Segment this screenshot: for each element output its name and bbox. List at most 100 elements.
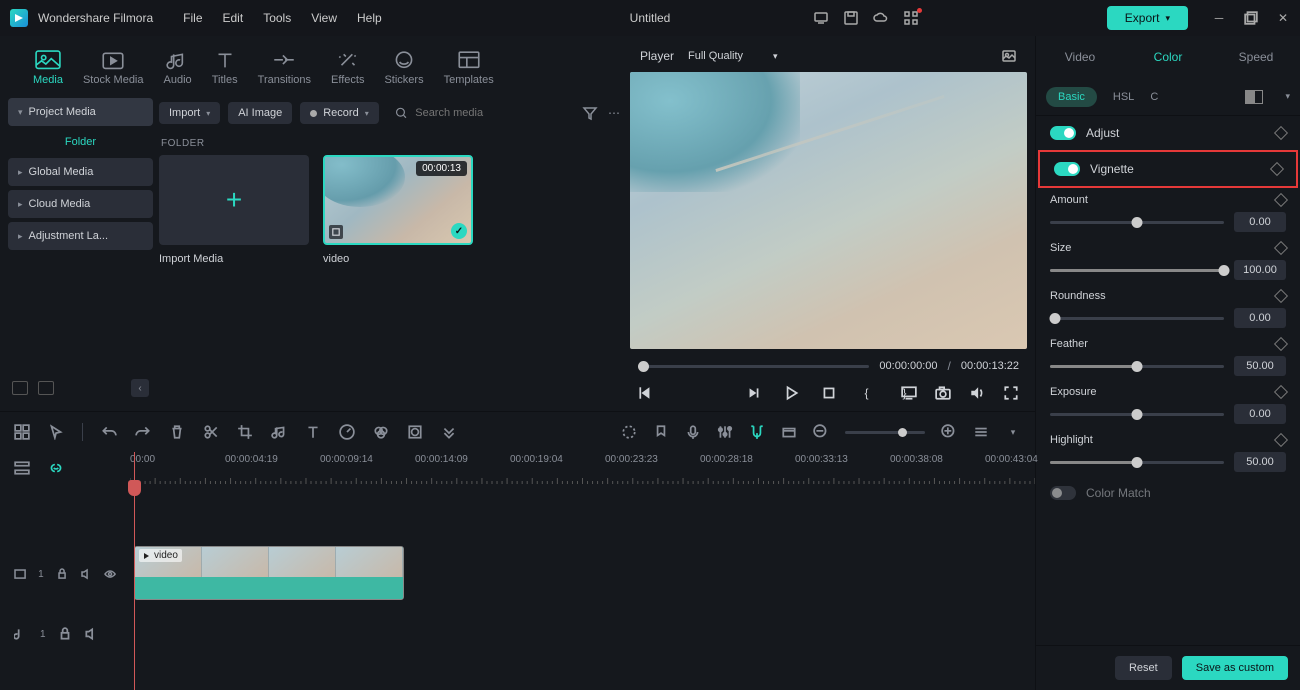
player-preview[interactable]	[630, 72, 1027, 349]
slider-track[interactable]	[1050, 317, 1224, 320]
subtab-hsl[interactable]: HSL	[1113, 91, 1134, 103]
keyframe-icon[interactable]	[1274, 241, 1288, 255]
tl-marker-icon[interactable]	[653, 424, 669, 440]
sidebar-adjustment-layer[interactable]: ▸ Adjustment La...	[8, 222, 153, 250]
sidebar-folder[interactable]: Folder	[8, 130, 153, 154]
tl-link-icon[interactable]	[48, 460, 64, 476]
tl-crop-icon[interactable]	[237, 424, 253, 440]
tl-music-icon[interactable]	[271, 424, 287, 440]
tl-speed-icon[interactable]	[339, 424, 355, 440]
tl-viewopts-icon[interactable]	[973, 424, 989, 440]
tl-more-icon[interactable]	[441, 424, 457, 440]
timeline-ruler[interactable]: 00:0000:00:04:1900:00:09:1400:00:14:0900…	[130, 452, 1035, 484]
close-button[interactable]: ✕	[1276, 11, 1290, 25]
menu-help[interactable]: Help	[357, 11, 382, 25]
inspector-tab-color[interactable]: Color	[1124, 38, 1212, 76]
adjust-toggle[interactable]	[1050, 126, 1076, 140]
tab-effects[interactable]: Effects	[321, 44, 374, 92]
playhead[interactable]	[134, 452, 135, 690]
inspector-tab-video[interactable]: Video	[1036, 38, 1124, 76]
lock-icon[interactable]	[56, 567, 68, 581]
slider-value[interactable]: 50.00	[1234, 356, 1286, 376]
tl-mixer-icon[interactable]	[717, 424, 733, 440]
cloud-icon[interactable]	[873, 10, 889, 26]
compare-view-button[interactable]	[1245, 90, 1263, 104]
inspector-tab-speed[interactable]: Speed	[1212, 38, 1300, 76]
play-button[interactable]	[783, 385, 799, 401]
tl-zoom-out-icon[interactable]	[813, 424, 829, 440]
new-bin-icon[interactable]	[38, 381, 54, 395]
search-field[interactable]	[387, 106, 574, 120]
chevron-down-icon[interactable]: ▾	[1005, 424, 1021, 440]
subtab-curves[interactable]: C	[1150, 91, 1158, 103]
keyframe-icon[interactable]	[1274, 289, 1288, 303]
import-button[interactable]: Import▾	[159, 102, 220, 124]
save-icon[interactable]	[843, 10, 859, 26]
step-back-button[interactable]	[745, 385, 761, 401]
apps-icon[interactable]	[903, 10, 919, 26]
tab-stock-media[interactable]: Stock Media	[73, 44, 154, 92]
tl-text-icon[interactable]	[305, 424, 321, 440]
reset-button[interactable]: Reset	[1115, 656, 1172, 680]
more-icon[interactable]: ⋯	[606, 105, 622, 121]
keyframe-icon[interactable]	[1274, 433, 1288, 447]
tab-transitions[interactable]: Transitions	[248, 44, 321, 92]
keyframe-icon[interactable]	[1274, 337, 1288, 351]
slider-value[interactable]: 0.00	[1234, 308, 1286, 328]
tl-split-icon[interactable]	[203, 424, 219, 440]
save-custom-button[interactable]: Save as custom	[1182, 656, 1288, 680]
display-icon[interactable]	[901, 385, 917, 401]
tl-magnet-icon[interactable]	[749, 424, 765, 440]
collapse-sidebar-button[interactable]: ‹	[131, 379, 149, 397]
device-icon[interactable]	[813, 10, 829, 26]
tl-zoom-slider[interactable]	[845, 431, 925, 434]
tl-undo-icon[interactable]	[101, 424, 117, 440]
export-button[interactable]: Export ▾	[1107, 6, 1188, 30]
subtab-basic[interactable]: Basic	[1046, 87, 1097, 107]
keyframe-icon[interactable]	[1270, 162, 1284, 176]
mute-icon[interactable]	[84, 627, 98, 641]
keyframe-icon[interactable]	[1274, 126, 1288, 140]
record-button[interactable]: Record▾	[300, 102, 378, 124]
timeline-clip-video[interactable]: video	[134, 546, 404, 600]
color-match-toggle[interactable]	[1050, 486, 1076, 500]
tab-titles[interactable]: Titles	[202, 44, 248, 92]
vignette-toggle[interactable]	[1054, 162, 1080, 176]
clip-thumbnail-video[interactable]: 00:00:13 ✓	[323, 155, 473, 245]
quality-dropdown[interactable]: Full Quality ▾	[688, 50, 778, 62]
tl-zoom-in-icon[interactable]	[941, 424, 957, 440]
snapshot-icon[interactable]	[1001, 48, 1017, 64]
fullscreen-icon[interactable]	[1003, 385, 1019, 401]
mute-icon[interactable]	[80, 567, 92, 581]
menu-file[interactable]: File	[183, 11, 202, 25]
tab-audio[interactable]: Audio	[154, 44, 202, 92]
keyframe-icon[interactable]	[1274, 385, 1288, 399]
camera-icon[interactable]	[935, 385, 951, 401]
keyframe-icon[interactable]	[1274, 193, 1288, 207]
tl-mask-icon[interactable]	[407, 424, 423, 440]
tl-mic-icon[interactable]	[685, 424, 701, 440]
new-folder-icon[interactable]	[12, 381, 28, 395]
lock-icon[interactable]	[58, 627, 72, 641]
menu-edit[interactable]: Edit	[223, 11, 244, 25]
ai-image-button[interactable]: AI Image	[228, 102, 292, 124]
tab-templates[interactable]: Templates	[434, 44, 504, 92]
mark-in-button[interactable]: {	[859, 385, 875, 401]
maximize-button[interactable]	[1244, 11, 1258, 25]
minimize-button[interactable]: ─	[1212, 11, 1226, 25]
tl-delete-icon[interactable]	[169, 424, 185, 440]
slider-track[interactable]	[1050, 365, 1224, 368]
tl-cursor-icon[interactable]	[48, 424, 64, 440]
tl-tracks-icon[interactable]	[14, 460, 30, 476]
prev-frame-button[interactable]	[638, 385, 654, 401]
sidebar-global-media[interactable]: ▸ Global Media	[8, 158, 153, 186]
player-scrubber[interactable]	[638, 365, 869, 368]
import-media-tile[interactable]: +	[159, 155, 309, 245]
slider-value[interactable]: 50.00	[1234, 452, 1286, 472]
volume-icon[interactable]	[969, 385, 985, 401]
slider-track[interactable]	[1050, 269, 1224, 272]
slider-value[interactable]: 0.00	[1234, 404, 1286, 424]
tl-render-icon[interactable]	[781, 424, 797, 440]
slider-value[interactable]: 100.00	[1234, 260, 1286, 280]
eye-icon[interactable]	[104, 567, 116, 581]
